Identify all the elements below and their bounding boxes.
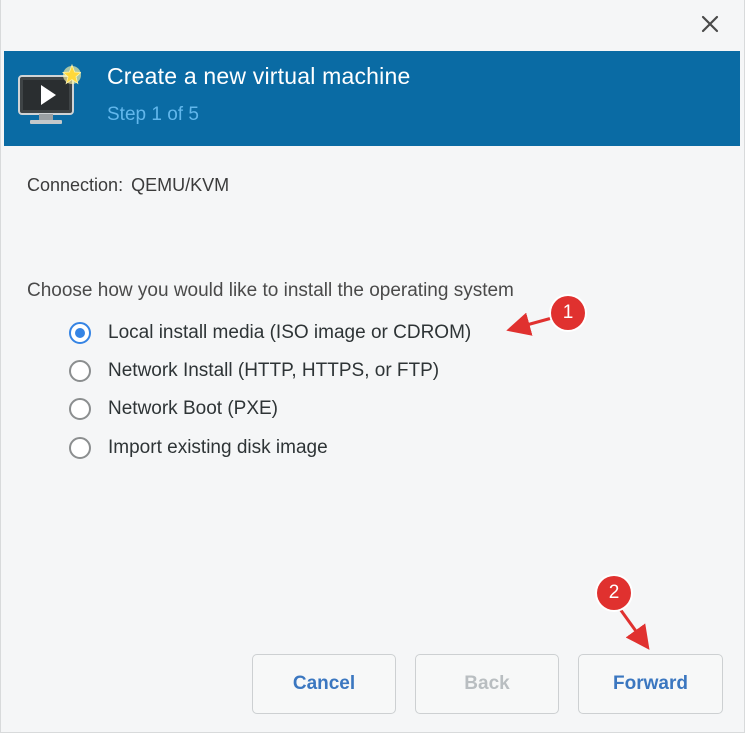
annotation-arrows: [506, 312, 650, 650]
annotation-badge-2: 2: [597, 576, 631, 610]
annotation-badge-1: 1: [551, 296, 585, 330]
annotation-arrow-1: [506, 312, 553, 336]
annotation-arrow-2: [618, 608, 650, 650]
